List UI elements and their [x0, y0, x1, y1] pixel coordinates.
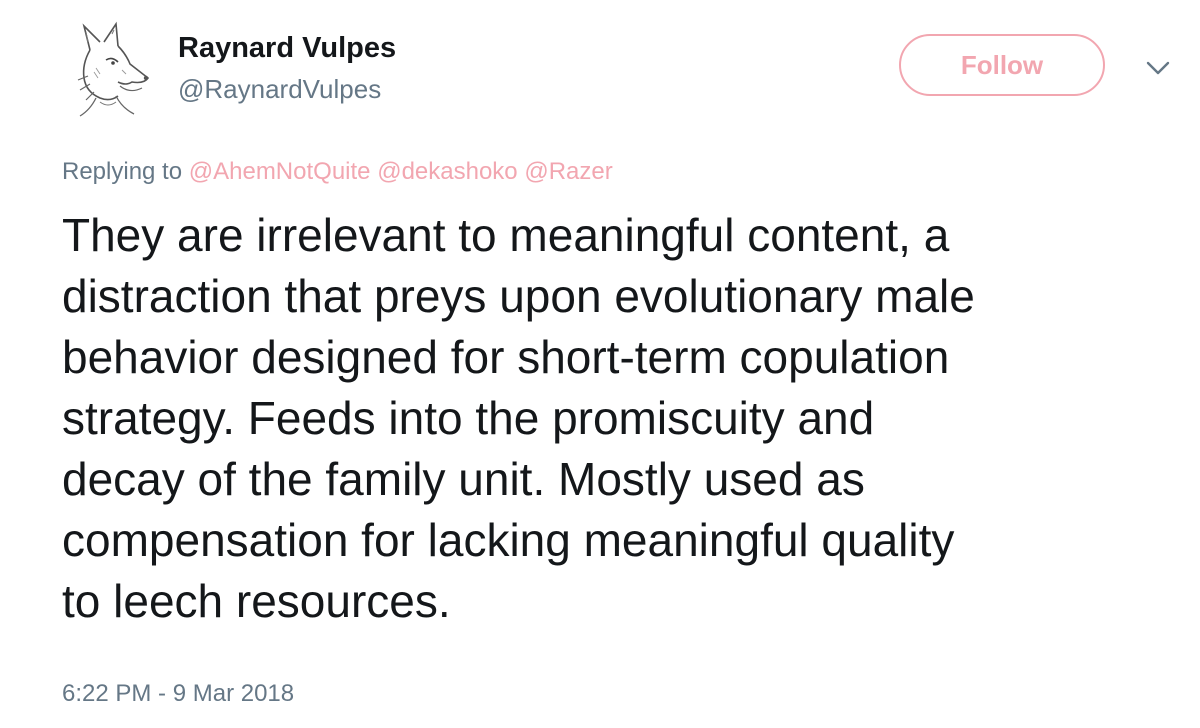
tweet-timestamp[interactable]: 6:22 PM - 9 Mar 2018: [62, 680, 294, 708]
tweet-text: They are irrelevant to meaningful conten…: [62, 205, 1182, 632]
mention-link[interactable]: @AhemNotQuite: [189, 158, 371, 185]
tweet-text-line: to leech resources.: [62, 575, 451, 627]
tweet-text-line: strategy. Feeds into the promiscuity and: [62, 392, 875, 444]
chevron-down-icon: [1146, 61, 1170, 75]
follow-button[interactable]: Follow: [899, 34, 1105, 96]
author-name[interactable]: Raynard Vulpes: [178, 32, 396, 65]
avatar[interactable]: [60, 20, 156, 120]
tweet-text-line: behavior designed for short-term copulat…: [62, 331, 950, 383]
tweet-text-line: compensation for lacking meaningful qual…: [62, 514, 955, 566]
mention-link[interactable]: @dekashoko: [377, 158, 517, 185]
tweet-text-line: decay of the family unit. Mostly used as: [62, 453, 865, 505]
mention-link[interactable]: @Razer: [524, 158, 612, 185]
replying-to-label: Replying to: [62, 158, 183, 185]
replying-to: Replying to @AhemNotQuite @dekashoko @Ra…: [62, 158, 613, 186]
more-options-button[interactable]: [1144, 58, 1172, 78]
tweet-text-line: They are irrelevant to meaningful conten…: [62, 209, 950, 261]
author-handle[interactable]: @RaynardVulpes: [178, 74, 381, 105]
tweet-text-line: distraction that preys upon evolutionary…: [62, 270, 975, 322]
fox-sketch-avatar-icon: [77, 21, 150, 117]
